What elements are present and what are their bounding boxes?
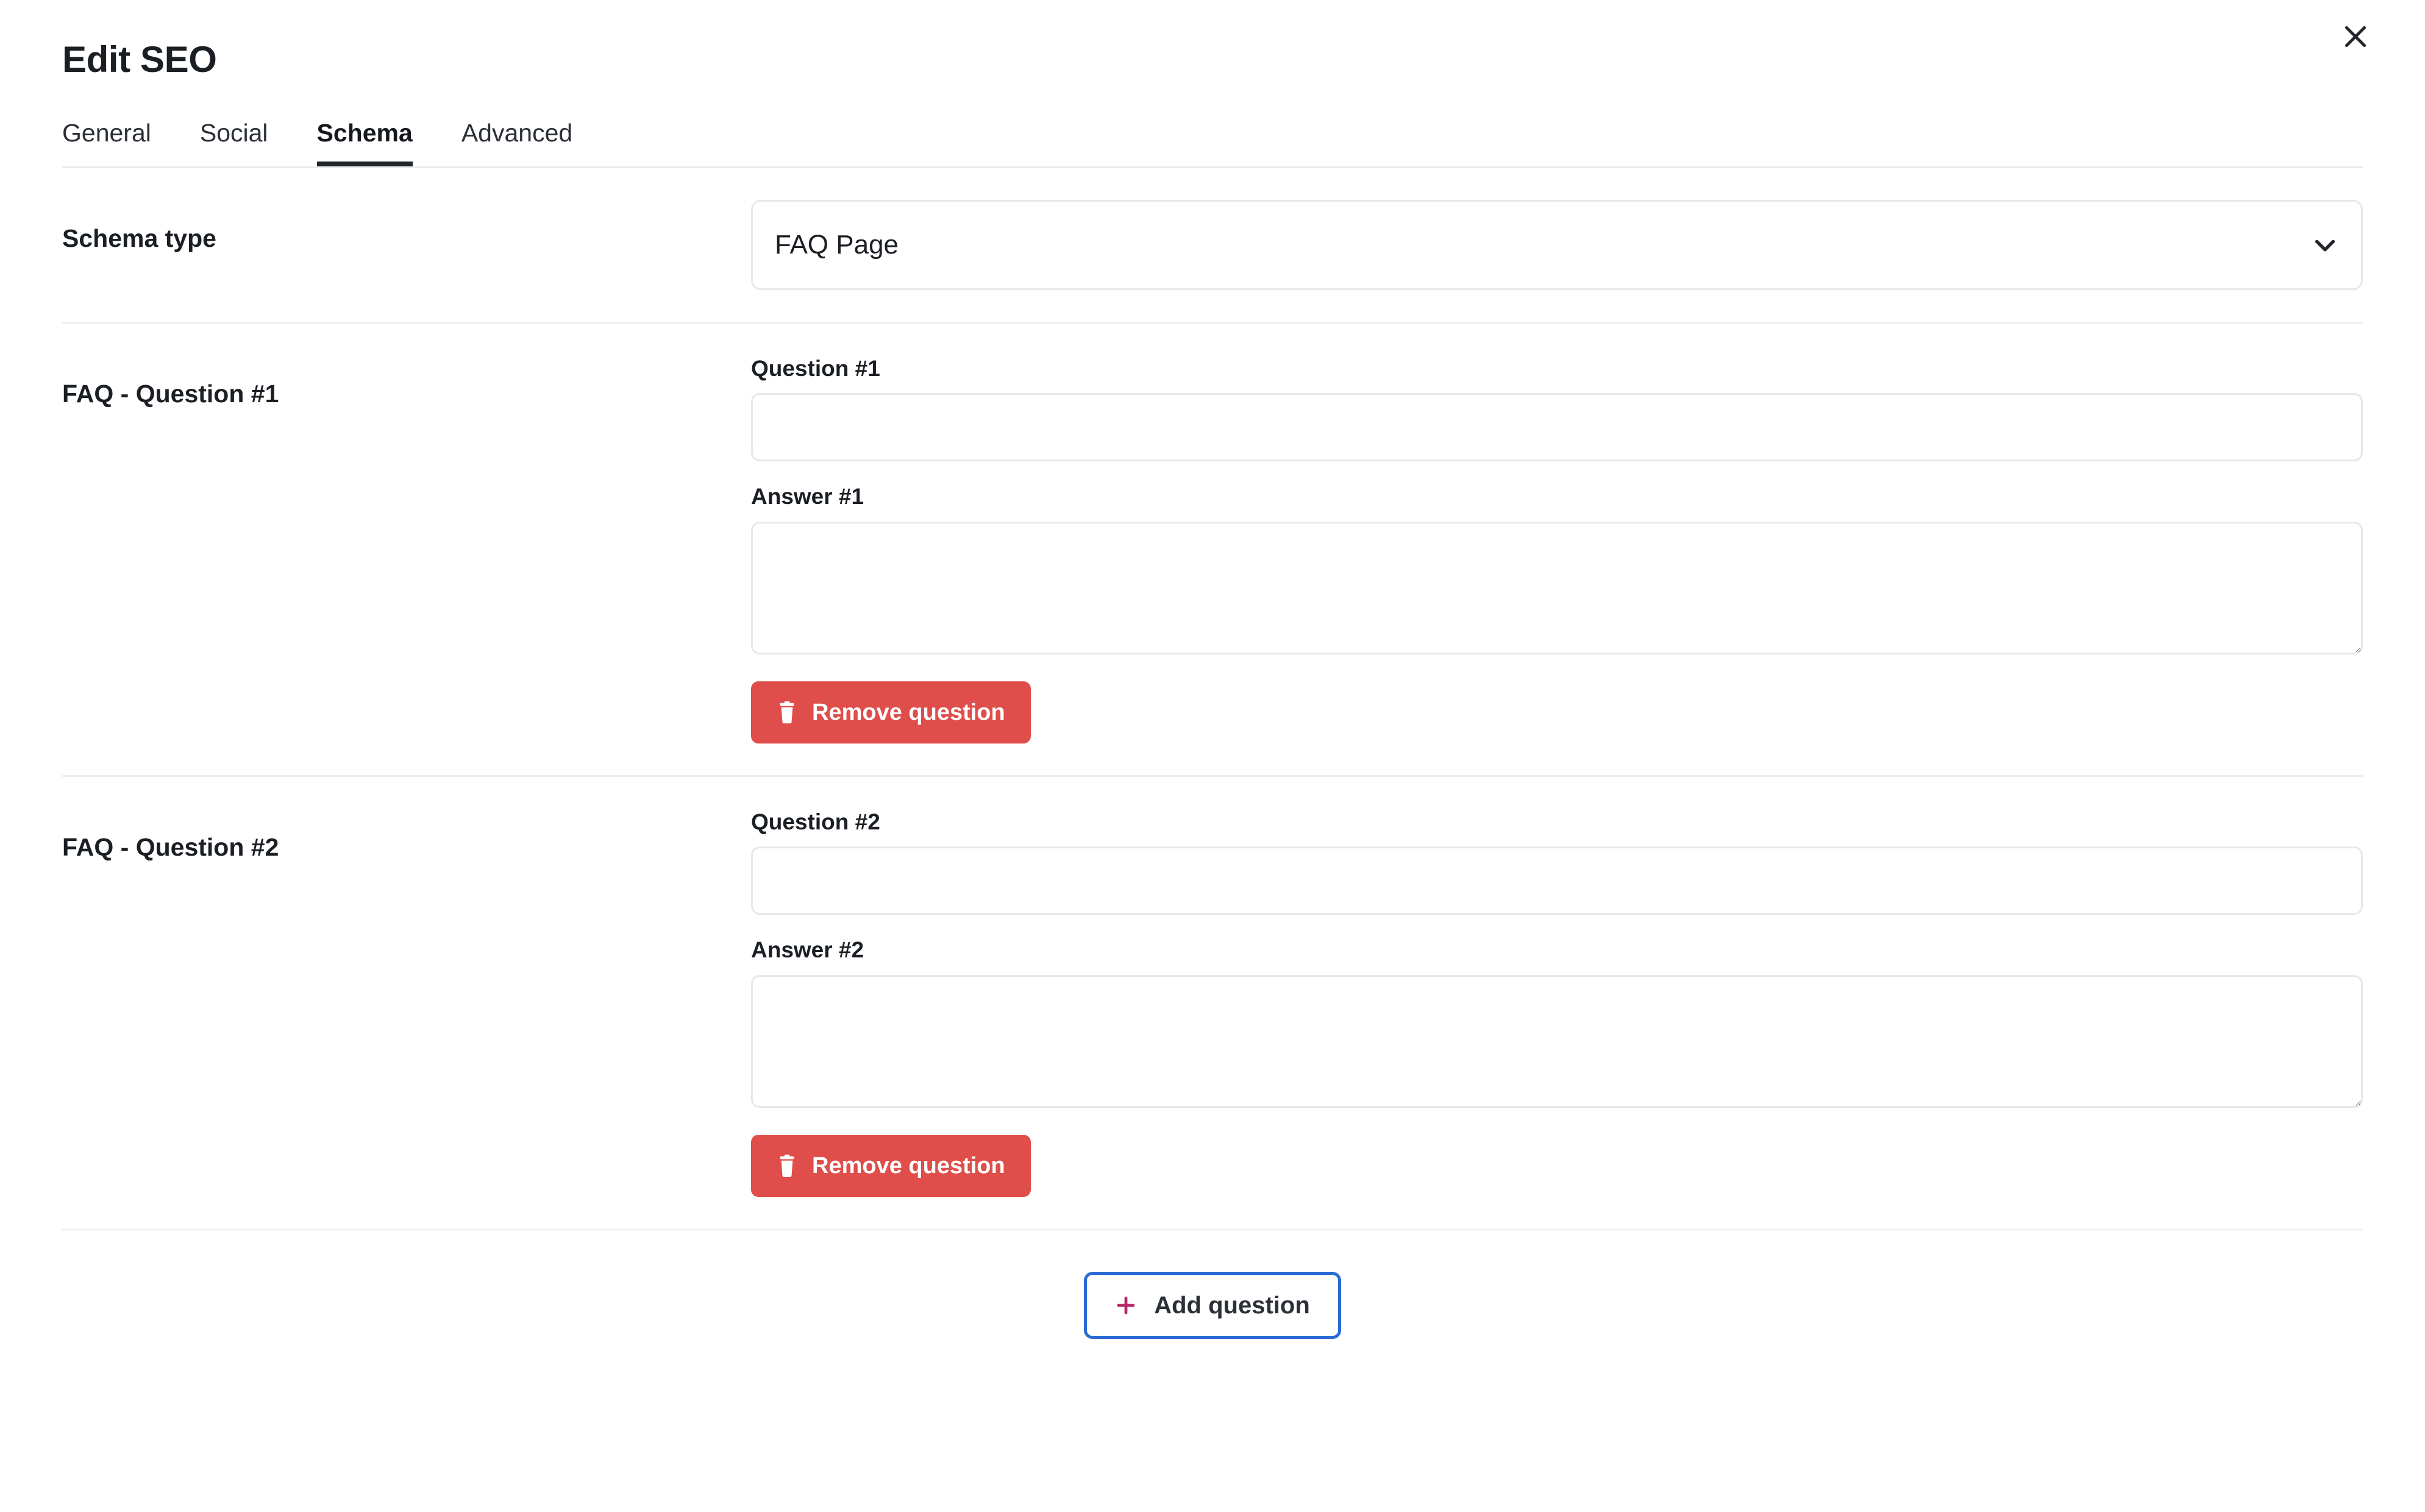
modal-header: Edit SEO xyxy=(0,0,2425,78)
answer-2-label: Answer #2 xyxy=(751,937,864,963)
remove-question-2-button[interactable]: Remove question xyxy=(751,1134,1031,1197)
tab-advanced[interactable]: Advanced xyxy=(461,121,572,166)
modal-footer: Add question xyxy=(62,1228,2363,1339)
faq-question-2-label: FAQ - Question #2 xyxy=(62,832,279,861)
faq-question-1-label: FAQ - Question #1 xyxy=(62,380,279,408)
answer-1-textarea[interactable] xyxy=(751,521,2363,655)
question-1-input[interactable] xyxy=(751,393,2363,462)
schema-type-section: Schema type FAQ Page xyxy=(62,168,2363,322)
remove-question-2-label: Remove question xyxy=(812,1152,1005,1179)
tab-general[interactable]: General xyxy=(62,121,151,166)
add-question-button[interactable]: Add question xyxy=(1084,1271,1341,1339)
tab-social[interactable]: Social xyxy=(200,121,268,166)
tab-bar: General Social Schema Advanced xyxy=(62,116,2363,168)
trash-icon xyxy=(777,1154,797,1177)
question-1-label: Question #1 xyxy=(751,356,880,381)
faq-question-section-1: FAQ - Question #1 Question #1 Answer #1 xyxy=(62,322,2363,775)
faq-question-section-2: FAQ - Question #2 Question #2 Answer #2 xyxy=(62,775,2363,1229)
answer-1-label: Answer #1 xyxy=(751,484,864,509)
schema-type-field-group: FAQ Page xyxy=(751,200,2363,290)
question-2-input[interactable] xyxy=(751,847,2363,915)
answer-2-block: Answer #2 xyxy=(751,937,2363,1108)
add-question-label: Add question xyxy=(1154,1291,1310,1319)
question-2-block: Question #2 xyxy=(751,809,2363,915)
question-1-block: Question #1 xyxy=(751,355,2363,462)
close-icon[interactable] xyxy=(2330,11,2381,62)
trash-icon xyxy=(777,701,797,724)
remove-question-1-label: Remove question xyxy=(812,699,1005,725)
answer-2-textarea[interactable] xyxy=(751,974,2363,1108)
faq-question-2-fields: Question #2 Answer #2 Remove question xyxy=(751,809,2363,1197)
schema-type-select[interactable]: FAQ Page xyxy=(751,200,2363,290)
page-title: Edit SEO xyxy=(62,39,217,80)
schema-type-selected-value: FAQ Page xyxy=(775,230,899,260)
plus-icon xyxy=(1115,1294,1137,1316)
faq-question-1-fields: Question #1 Answer #1 Remove question xyxy=(751,355,2363,744)
edit-seo-modal: Edit SEO General Social Schema Advanced … xyxy=(0,0,2425,1512)
tab-schema[interactable]: Schema xyxy=(316,121,413,166)
close-icon-glyph xyxy=(2345,26,2366,48)
schema-type-select-wrapper: FAQ Page xyxy=(751,200,2363,290)
chevron-down-icon xyxy=(2311,231,2339,259)
question-2-label: Question #2 xyxy=(751,809,880,834)
schema-type-label: Schema type xyxy=(62,224,216,252)
answer-1-block: Answer #1 xyxy=(751,483,2363,655)
remove-question-1-button[interactable]: Remove question xyxy=(751,681,1031,744)
